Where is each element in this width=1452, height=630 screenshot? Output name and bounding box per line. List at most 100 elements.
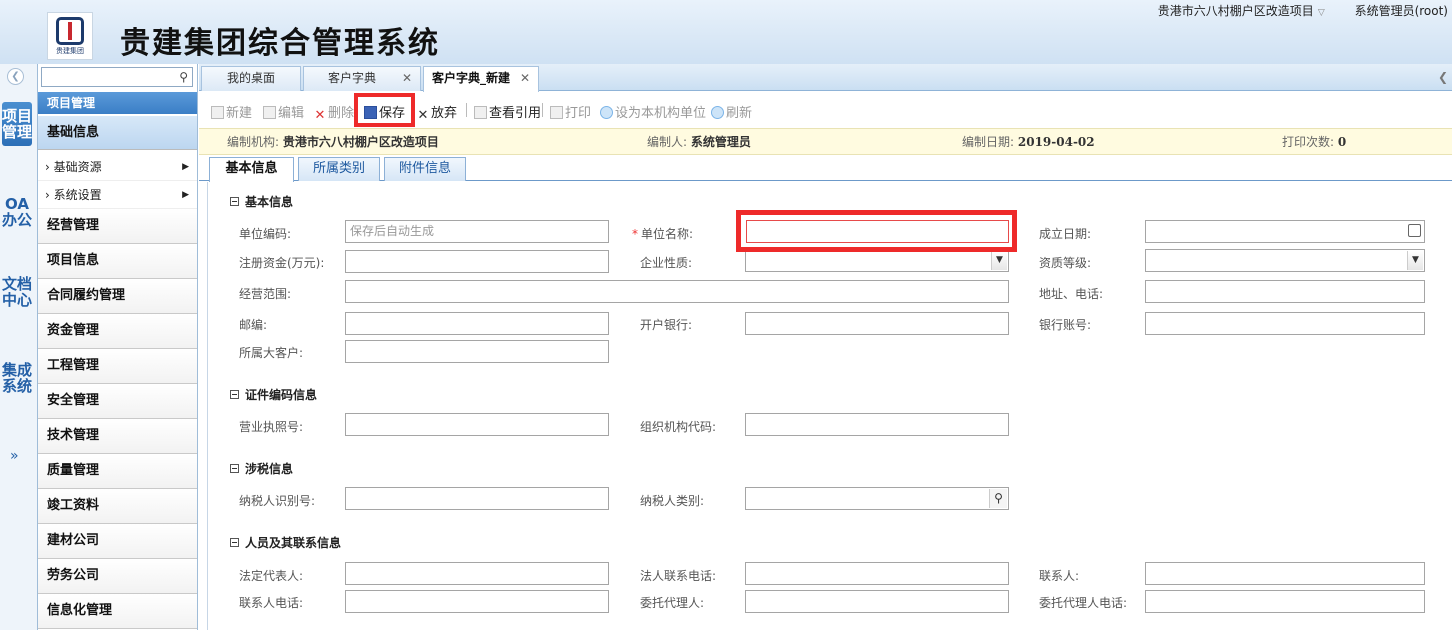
print-count-value: 0: [1337, 135, 1347, 149]
collapse-icon[interactable]: [230, 197, 239, 206]
address-phone-label: 地址、电话:: [1039, 287, 1104, 301]
legal-phone-field[interactable]: [745, 562, 1009, 585]
expand-more-icon[interactable]: »: [10, 448, 19, 464]
section-contacts-info[interactable]: 人员及其联系信息: [230, 534, 341, 551]
sidebar-item[interactable]: 信息化管理: [38, 594, 197, 629]
legal-rep-label: 法定代表人:: [239, 569, 304, 583]
sidebar-subitem-system-settings[interactable]: › 系统设置 ▶: [38, 181, 197, 209]
chevron-down-icon[interactable]: ▼: [991, 251, 1007, 270]
sidebar-item[interactable]: 质量管理: [38, 454, 197, 489]
collapse-icon[interactable]: [230, 538, 239, 547]
project-selector[interactable]: 贵港市六八村棚户区改造项目 ▽: [1158, 4, 1325, 18]
current-user[interactable]: 系统管理员(root): [1355, 4, 1448, 18]
founded-date-field[interactable]: [1145, 220, 1425, 243]
new-button[interactable]: 新建: [211, 102, 252, 121]
taxpayer-id-field[interactable]: [345, 487, 609, 510]
agent-phone-field[interactable]: [1145, 590, 1425, 613]
business-scope-field[interactable]: [345, 280, 1009, 303]
section-cert-info[interactable]: 证件编码信息: [230, 386, 317, 403]
tab-my-desktop[interactable]: 我的桌面: [201, 66, 301, 91]
view-references-button[interactable]: 查看引用: [474, 102, 541, 121]
date-value: 2019-04-02: [1017, 135, 1095, 149]
module-tab-integration[interactable]: 集成系统: [2, 362, 32, 394]
legal-rep-field[interactable]: [345, 562, 609, 585]
business-scope-label: 经营范围:: [239, 287, 292, 301]
discard-button[interactable]: ✕ 放弃: [417, 102, 457, 123]
contact-field[interactable]: [1145, 562, 1425, 585]
address-phone-field[interactable]: [1145, 280, 1425, 303]
reg-capital-field[interactable]: [345, 250, 609, 273]
logo-text: 贵建集团: [56, 47, 84, 55]
printer-icon: [550, 106, 563, 119]
sidebar-subitem-basic-resources[interactable]: › 基础资源 ▶: [38, 153, 197, 181]
contact-phone-field[interactable]: [345, 590, 609, 613]
document-info-bar: 编制机构: 贵港市六八村棚户区改造项目 编制人: 系统管理员 编制日期: 201…: [199, 128, 1452, 155]
module-tab-oa[interactable]: OA办公: [2, 196, 32, 228]
tab-category[interactable]: 所属类别: [298, 157, 380, 181]
module-tab-docs[interactable]: 文档中心: [2, 276, 32, 308]
toolbar-divider: [466, 103, 467, 117]
tab-client-dictionary-new[interactable]: 客户字典_新建 ✕: [423, 66, 539, 92]
close-icon[interactable]: ✕: [402, 67, 412, 89]
sidebar-search-input[interactable]: ⚲: [41, 67, 193, 87]
sidebar-item[interactable]: 经营管理: [38, 209, 197, 244]
tab-client-dictionary[interactable]: 客户字典 ✕: [303, 66, 421, 91]
license-no-field[interactable]: [345, 413, 609, 436]
qualification-select[interactable]: ▼: [1145, 249, 1425, 272]
section-tax-info[interactable]: 涉税信息: [230, 460, 293, 477]
author-info: 编制人: 系统管理员: [647, 129, 751, 155]
sidebar-item[interactable]: 安全管理: [38, 384, 197, 419]
section-basic-info[interactable]: 基本信息: [230, 193, 293, 210]
taxpayer-type-field[interactable]: ⚲: [745, 487, 1009, 510]
tab-attachments[interactable]: 附件信息: [384, 157, 466, 181]
license-no-label: 营业执照号:: [239, 420, 304, 434]
enterprise-type-select[interactable]: ▼: [745, 249, 1009, 272]
unit-code-label: 单位编码:: [239, 227, 292, 241]
app-header: 贵建集团 贵建集团综合管理系统 贵港市六八村棚户区改造项目 ▽ 系统管理员(roo…: [0, 0, 1452, 64]
date-info: 编制日期: 2019-04-02: [962, 129, 1095, 155]
search-icon[interactable]: ⚲: [989, 489, 1007, 508]
sidebar-item[interactable]: 合同履约管理: [38, 279, 197, 314]
contact-label: 联系人:: [1039, 569, 1080, 583]
reg-capital-label: 注册资金(万元):: [239, 256, 325, 270]
postcode-field[interactable]: [345, 312, 609, 335]
section-title: 基本信息: [245, 195, 294, 209]
parent-client-field[interactable]: [345, 340, 609, 363]
taxpayer-type-label: 纳税人类别:: [640, 494, 705, 508]
sidebar: ⚲ 项目管理 基础信息 › 基础资源 ▶ › 系统设置 ▶ 经营管理 项目信息 合同…: [38, 64, 198, 630]
collapse-icon[interactable]: [230, 390, 239, 399]
sidebar-item[interactable]: 竣工资料: [38, 489, 197, 524]
close-icon[interactable]: ✕: [520, 67, 530, 89]
refresh-button[interactable]: 刷新: [711, 102, 752, 121]
chevron-down-icon[interactable]: ▼: [1407, 251, 1423, 270]
sidebar-section-title: 项目管理: [38, 92, 197, 114]
search-icon[interactable]: ⚲: [179, 70, 188, 84]
module-tab-project[interactable]: 项目管理: [2, 102, 32, 146]
project-selector-label: 贵港市六八村棚户区改造项目: [1157, 4, 1314, 18]
tab-basic-info[interactable]: 基本信息: [209, 157, 294, 182]
bank-field[interactable]: [745, 312, 1009, 335]
company-logo: 贵建集团: [47, 12, 93, 60]
org-code-field[interactable]: [745, 413, 1009, 436]
edit-button[interactable]: 编辑: [263, 102, 304, 121]
sidebar-item[interactable]: 建材公司: [38, 524, 197, 559]
sidebar-item[interactable]: 技术管理: [38, 419, 197, 454]
calendar-icon[interactable]: [1408, 224, 1421, 237]
set-org-button[interactable]: 设为本机构单位: [600, 102, 706, 121]
sidebar-item[interactable]: 工程管理: [38, 349, 197, 384]
sidebar-item[interactable]: 资金管理: [38, 314, 197, 349]
collapse-icon[interactable]: [230, 464, 239, 473]
enterprise-type-label: 企业性质:: [640, 256, 693, 270]
delete-button[interactable]: ✕ 删除: [314, 102, 354, 123]
unit-code-field[interactable]: 保存后自动生成: [345, 220, 609, 243]
bank-account-field[interactable]: [1145, 312, 1425, 335]
sidebar-item[interactable]: 劳务公司: [38, 559, 197, 594]
date-label: 编制日期:: [962, 135, 1015, 149]
print-button[interactable]: 打印: [550, 102, 591, 121]
tab-scroll-left-icon[interactable]: ❮: [1438, 70, 1448, 84]
parent-client-label: 所属大客户:: [239, 346, 304, 360]
agent-field[interactable]: [745, 590, 1009, 613]
collapse-left-icon[interactable]: ❮: [7, 68, 24, 85]
sidebar-item-basic-info[interactable]: 基础信息: [38, 116, 197, 150]
sidebar-item[interactable]: 项目信息: [38, 244, 197, 279]
